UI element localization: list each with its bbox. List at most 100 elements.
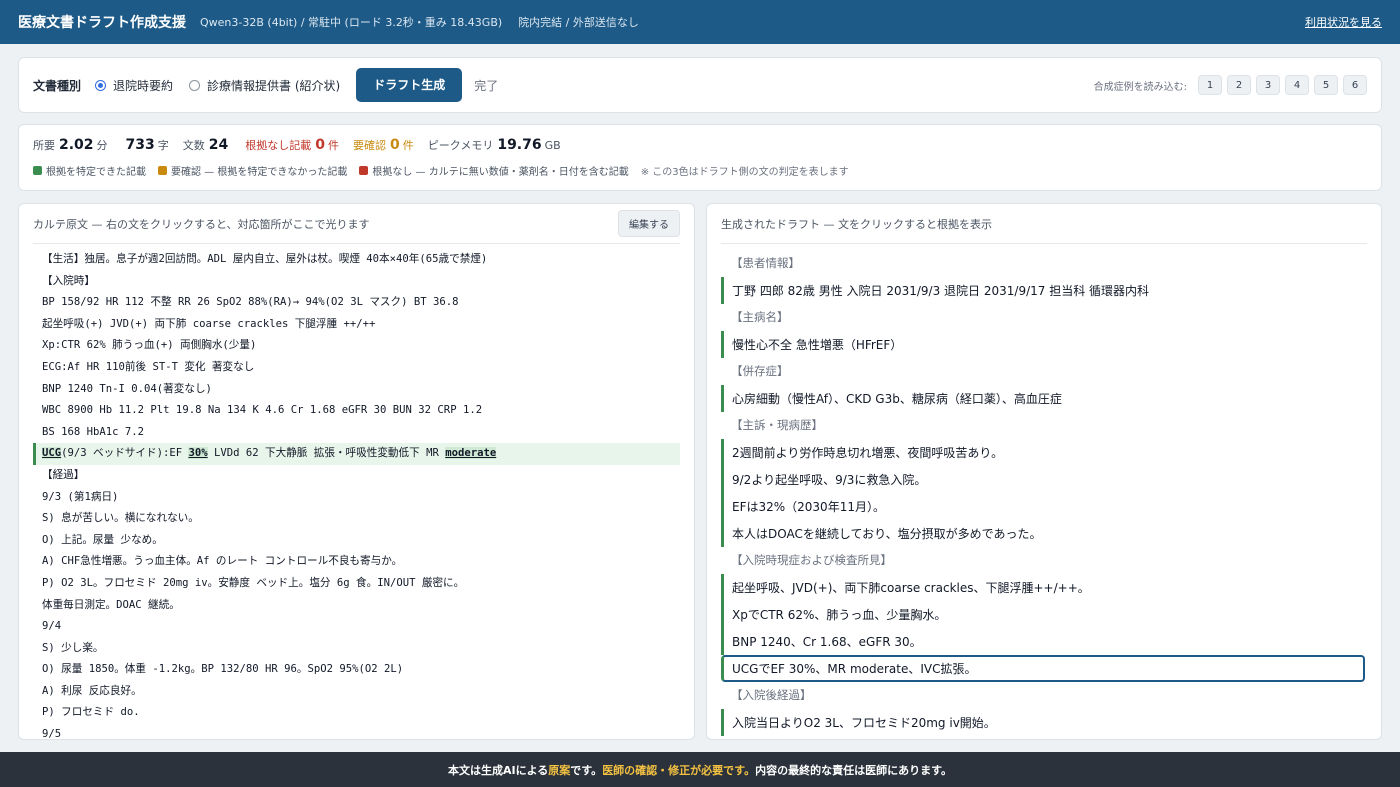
draft-sentence[interactable]: 丁野 四郎 82歳 男性 入院日 2031/9/3 退院日 2031/9/17 … xyxy=(721,277,1367,304)
draft-section-heading: 【主訴・現病歴】 xyxy=(731,418,823,432)
karte-line: 9/5 xyxy=(42,728,62,740)
usage-link[interactable]: 利用状況を見る xyxy=(1305,14,1382,30)
sample-label: 合成症例を読み込む: xyxy=(1093,81,1187,93)
draft-text: 【患者情報】 丁野 四郎 82歳 男性 入院日 2031/9/3 退院日 203… xyxy=(707,244,1381,736)
legend-item-supported: 根拠を特定できた記載 xyxy=(33,163,146,178)
karte-line: S) 息が苦しい。横になれない。 xyxy=(42,512,199,525)
time-label: 所要 xyxy=(33,139,55,152)
karte-line: Xp:CTR 62% 肺うっ血(+) 両側胸水(少量) xyxy=(42,339,257,352)
karte-panel: カルテ原文 — 右の文をクリックすると、対応箇所がここで光ります 編集する 【生… xyxy=(18,203,695,740)
radio-referral-letter[interactable]: 診療情報提供書 (紹介状) xyxy=(189,77,340,94)
draft-panel: 生成されたドラフト — 文をクリックすると根拠を表示 【患者情報】 丁野 四郎 … xyxy=(706,203,1382,740)
karte-line: WBC 8900 Hb 11.2 Plt 19.8 Na 134 K 4.6 C… xyxy=(42,404,483,417)
karte-line: BP 158/92 HR 112 不整 RR 26 SpO2 88%(RA)→ … xyxy=(42,296,459,309)
legend-label: 要確認 — 根拠を特定できなかった記載 xyxy=(171,167,348,178)
draft-sentence[interactable]: 心房細動（慢性Af）、CKD G3b、糖尿病（経口薬）、高血圧症 xyxy=(721,385,1367,412)
evidence-mark: moderate xyxy=(445,447,497,460)
memory-label: ピークメモリ xyxy=(427,139,494,152)
draft-sentence[interactable]: BNP 1240、Cr 1.68、eGFR 30。 xyxy=(721,628,1367,655)
sentences-value: 24 xyxy=(208,137,229,153)
green-swatch-icon xyxy=(33,166,42,175)
karte-title: カルテ原文 — 右の文をクリックすると、対応箇所がここで光ります xyxy=(33,217,370,231)
legend-item-check: 要確認 — 根拠を特定できなかった記載 xyxy=(158,163,347,178)
legend-label: 根拠なし — カルテに無い数値・薬剤名・日付を含む記載 xyxy=(372,167,629,178)
karte-line: 体重毎日測定。DOAC 継続。 xyxy=(42,598,180,611)
time-value: 2.02 xyxy=(59,137,94,153)
footer-text: 内容の最終的な責任は医師にあります。 xyxy=(755,763,952,777)
radio-label: 退院時要約 xyxy=(113,78,174,93)
karte-line: A) CHF急性増悪。うっ血主体。Af のレート コントロール不良も寄与か。 xyxy=(42,555,403,568)
disclaimer-footer: 本文は生成AIによる 原案 です。 医師の確認・修正が必要です。 内容の最終的な… xyxy=(0,752,1400,787)
draft-sentence[interactable]: 起坐呼吸、JVD(+)、両下肺coarse crackles、下腿浮腫++/++… xyxy=(721,574,1367,601)
check-value: 0 xyxy=(390,137,400,153)
karte-line: 9/4 xyxy=(42,620,62,633)
karte-line: ECG:Af HR 110前後 ST-T 変化 著変なし xyxy=(42,360,255,373)
red-swatch-icon xyxy=(359,166,369,175)
app-header: 医療文書ドラフト作成支援 Qwen3-32B (4bit) / 常駐中 (ロード… xyxy=(0,0,1400,44)
draft-sentence[interactable]: EFは32%（2030年11月）。 xyxy=(721,493,1367,520)
draft-section-heading: 【入院後経過】 xyxy=(731,688,812,702)
chars-value: 733 xyxy=(125,137,155,153)
karte-header: カルテ原文 — 右の文をクリックすると、対応箇所がここで光ります 編集する xyxy=(33,204,680,244)
karte-line: A) 利尿 反応良好。 xyxy=(42,684,142,697)
sample-case-loader: 合成症例を読み込む: 1 2 3 4 5 6 xyxy=(1094,75,1367,95)
unsupported-unit: 件 xyxy=(328,139,340,152)
check-label: 要確認 xyxy=(353,139,387,152)
karte-line: P) フロセミド do. xyxy=(42,706,140,719)
sample-button-2[interactable]: 2 xyxy=(1227,75,1251,95)
doc-type-label: 文書種別 xyxy=(33,78,82,93)
draft-sentence-selected[interactable]: UCGでEF 30%、MR moderate、IVC拡張。 xyxy=(721,655,1365,682)
karte-line: 【入院時】 xyxy=(42,274,95,287)
stats-panel: 所要 2.02 分 733 字 文数 24 根拠なし記載 0 件 要確認 0 件… xyxy=(18,124,1382,191)
draft-sentence[interactable]: 本人はDOACを継続しており、塩分摂取が多めであった。 xyxy=(721,520,1367,547)
time-unit: 分 xyxy=(96,139,108,152)
sentences-label: 文数 xyxy=(182,139,205,152)
sample-button-3[interactable]: 3 xyxy=(1256,75,1280,95)
sample-button-1[interactable]: 1 xyxy=(1198,75,1222,95)
generate-draft-button[interactable]: ドラフト生成 xyxy=(356,68,463,102)
karte-text[interactable]: 【生活】独居。息子が週2回訪問。ADL 屋内自立、屋外は杖。喫煙 40本×40年… xyxy=(19,244,694,740)
footer-warning: 医師の確認・修正が必要です。 xyxy=(602,763,756,777)
draft-section-heading: 【入院時現症および検査所見】 xyxy=(731,553,892,567)
karte-text-part: (9/3 ベッドサイド):EF xyxy=(61,447,189,460)
draft-sentence[interactable]: 2週間前より労作時息切れ増悪、夜間呼吸苦あり。 xyxy=(721,439,1367,466)
radio-discharge-summary[interactable]: 退院時要約 xyxy=(95,77,173,94)
karte-line: 9/3 (第1病日) xyxy=(42,490,119,503)
radio-selected-icon[interactable] xyxy=(95,79,107,91)
footer-text: 本文は生成AIによる xyxy=(448,763,549,777)
stats-row: 所要 2.02 分 733 字 文数 24 根拠なし記載 0 件 要確認 0 件… xyxy=(33,137,1367,153)
karte-line: 【経過】 xyxy=(42,468,85,481)
karte-line: BNP 1240 Tn-I 0.04(著変なし) xyxy=(42,382,212,395)
legend-note: ※ この3色はドラフト側の文の判定を表します xyxy=(640,167,849,178)
sample-button-5[interactable]: 5 xyxy=(1314,75,1338,95)
karte-line: S) 少し楽。 xyxy=(42,641,104,654)
karte-line: 【生活】独居。息子が週2回訪問。ADL 屋内自立、屋外は杖。喫煙 40本×40年… xyxy=(42,253,488,265)
data-policy: 院内完結 / 外部送信なし xyxy=(518,16,639,29)
karte-line: BS 168 HbA1c 7.2 xyxy=(42,425,145,438)
draft-sentence[interactable]: 慢性心不全 急性増悪（HFrEF） xyxy=(721,331,1367,358)
generation-status: 完了 xyxy=(474,78,499,93)
draft-section-heading: 【患者情報】 xyxy=(731,256,800,270)
draft-section-heading: 【併存症】 xyxy=(731,364,789,378)
draft-section-heading: 【主病名】 xyxy=(731,310,789,324)
legend-item-unsupported: 根拠なし — カルテに無い数値・薬剤名・日付を含む記載 xyxy=(359,163,629,178)
orange-swatch-icon xyxy=(158,166,167,175)
sample-button-4[interactable]: 4 xyxy=(1285,75,1309,95)
memory-value: 19.76 xyxy=(497,137,542,153)
edit-button[interactable]: 編集する xyxy=(618,210,680,237)
legend-label: 根拠を特定できた記載 xyxy=(46,167,146,178)
draft-sentence[interactable]: 9/2より起坐呼吸、9/3に救急入院。 xyxy=(721,466,1367,493)
unsupported-value: 0 xyxy=(315,137,326,153)
karte-line: 起坐呼吸(+) JVD(+) 両下肺 coarse crackles 下腿浮腫 … xyxy=(42,317,376,330)
sample-button-6[interactable]: 6 xyxy=(1343,75,1367,95)
memory-unit: GB xyxy=(544,139,561,152)
karte-line: O) 上記。尿量 少なめ。 xyxy=(42,533,163,546)
evidence-mark: UCG xyxy=(42,447,62,460)
draft-sentence[interactable]: 入院当日よりO2 3L、フロセミド20mg iv開始。 xyxy=(721,709,1367,736)
unsupported-label: 根拠なし記載 xyxy=(245,139,312,152)
radio-unselected-icon[interactable] xyxy=(189,79,201,91)
chars-unit: 字 xyxy=(157,139,169,152)
karte-line: O) 尿量 1850。体重 -1.2kg。BP 132/80 HR 96。SpO… xyxy=(42,663,404,676)
karte-line-highlighted: UCG(9/3 ベッドサイド):EF 30% LVDd 62 下大静脈 拡張・呼… xyxy=(33,443,680,465)
draft-sentence[interactable]: XpでCTR 62%、肺うっ血、少量胸水。 xyxy=(721,601,1367,628)
